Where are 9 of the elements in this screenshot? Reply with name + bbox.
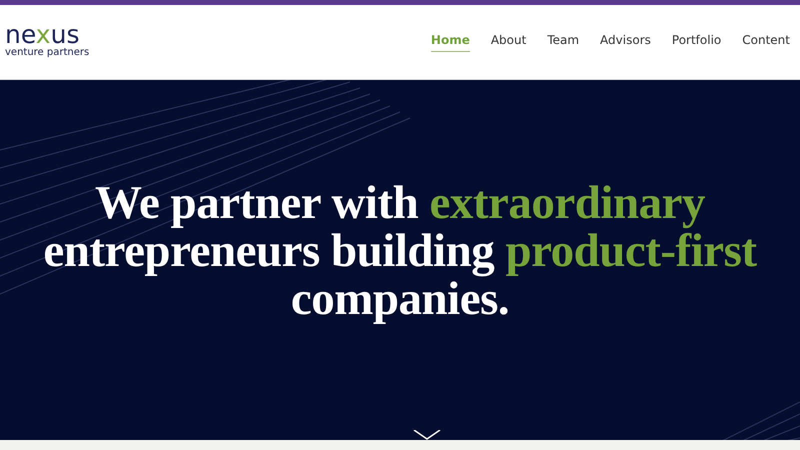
nav-link[interactable]: Team bbox=[547, 32, 580, 52]
nav-link[interactable]: Advisors bbox=[600, 32, 651, 52]
nav-link[interactable]: About bbox=[490, 32, 526, 52]
logo-tagline: venture partners bbox=[5, 47, 90, 58]
nav-link[interactable]: Portfolio bbox=[672, 32, 722, 52]
chevron-down-icon[interactable] bbox=[413, 430, 441, 440]
hero-headline: We partner with extraordinary entrepreneurs building product-first companies. bbox=[43, 179, 757, 323]
logo-wordmark[interactable]: nexus bbox=[5, 22, 90, 47]
nav-link[interactable]: Content bbox=[742, 32, 790, 52]
